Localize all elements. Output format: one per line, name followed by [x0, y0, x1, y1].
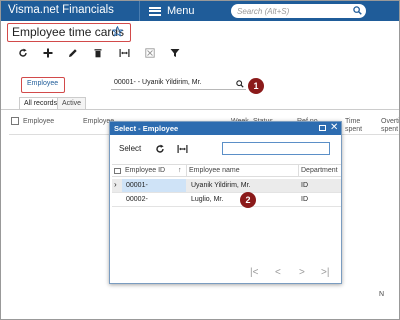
edit-icon: [69, 49, 77, 57]
hamburger-icon: [149, 6, 161, 16]
brand-logo[interactable]: Visma.net Financials: [8, 4, 114, 16]
row-pointer-icon: ›: [114, 180, 117, 189]
search-icon[interactable]: [353, 6, 362, 15]
menu-button[interactable]: Menu: [149, 1, 195, 21]
employee-selector-value: 00001- - Uyanik Yildirim, Mr.: [114, 79, 202, 86]
delete-button[interactable]: [92, 47, 104, 59]
column-header[interactable]: Overtime spent: [381, 118, 399, 134]
column-header-employee-name[interactable]: Employee name: [189, 167, 240, 174]
fit-columns-icon: [119, 49, 129, 57]
edit-button[interactable]: [67, 47, 79, 59]
add-icon: [43, 48, 53, 58]
top-bar: Visma.net Financials Menu: [1, 1, 399, 21]
employee-name-cell[interactable]: Uyanik Yildirim, Mr.: [191, 182, 251, 189]
sort-arrow-icon: ↑: [178, 167, 182, 174]
employee-id-cell[interactable]: 00002-: [126, 196, 148, 203]
last-page-button[interactable]: >|: [321, 267, 329, 278]
select-employee-dialog: Select - Employee ✕ Select Employee ID ↑…: [109, 121, 342, 284]
first-page-button[interactable]: |<: [250, 267, 258, 278]
delete-icon: [94, 49, 102, 58]
grid-settings-icon[interactable]: [11, 117, 19, 125]
tab-all-records[interactable]: All records: [19, 97, 63, 109]
close-icon[interactable]: ✕: [330, 122, 338, 134]
add-button[interactable]: [42, 47, 54, 59]
dialog-grid-header: Employee ID ↑ Employee name Department: [112, 164, 341, 177]
refresh-button[interactable]: [17, 47, 29, 59]
column-header-department[interactable]: Department: [301, 167, 339, 174]
background-text: N: [379, 291, 385, 298]
refresh-icon[interactable]: [155, 144, 165, 154]
filter-button[interactable]: [169, 47, 181, 59]
tab-active[interactable]: Active: [57, 97, 87, 109]
table-row[interactable]: 00002- Luglio, Mr. ID: [112, 193, 341, 207]
employee-selector-field[interactable]: 00001- - Uyanik Yildirim, Mr.: [111, 79, 246, 90]
global-search[interactable]: [231, 4, 366, 18]
dialog-search-input[interactable]: [222, 142, 330, 155]
column-header[interactable]: Employee: [23, 118, 54, 126]
export-button[interactable]: [144, 47, 156, 59]
export-icon: [145, 48, 155, 58]
department-cell[interactable]: ID: [301, 196, 308, 203]
employee-label: Employee: [27, 80, 59, 87]
app-window: Visma.net Financials Menu Employee time …: [0, 0, 400, 320]
refresh-icon: [19, 48, 27, 57]
column-header-employee-id[interactable]: Employee ID: [125, 167, 165, 174]
employee-id-cell[interactable]: 00001-: [126, 182, 148, 189]
employee-name-cell[interactable]: Luglio, Mr.: [191, 196, 223, 203]
dialog-header[interactable]: Select - Employee ✕: [110, 122, 341, 135]
search-icon[interactable]: [236, 80, 244, 88]
select-button[interactable]: Select: [119, 144, 141, 153]
divider: [186, 165, 187, 177]
fit-columns-button[interactable]: [118, 47, 130, 59]
fit-columns-icon[interactable]: [177, 144, 188, 154]
page-title: Employee time cards: [12, 25, 125, 39]
department-cell[interactable]: ID: [301, 182, 308, 189]
next-page-button[interactable]: >: [299, 267, 305, 278]
annotation-badge: 1: [248, 78, 264, 94]
maximize-icon[interactable]: [319, 125, 326, 131]
menu-label: Menu: [167, 5, 195, 17]
table-row[interactable]: › 00001- Uyanik Yildirim, Mr. ID: [112, 179, 341, 193]
favorite-star-icon[interactable]: [112, 26, 123, 37]
column-header[interactable]: Time spent: [345, 118, 367, 134]
filter-icon: [170, 49, 180, 57]
grid-settings-icon[interactable]: [114, 168, 121, 174]
prev-page-button[interactable]: <: [275, 267, 281, 278]
divider: [1, 109, 399, 110]
search-input[interactable]: [237, 5, 347, 17]
annotation-badge: 2: [240, 192, 256, 208]
divider: [139, 1, 140, 21]
divider: [298, 165, 299, 177]
dialog-title: Select - Employee: [114, 124, 179, 133]
